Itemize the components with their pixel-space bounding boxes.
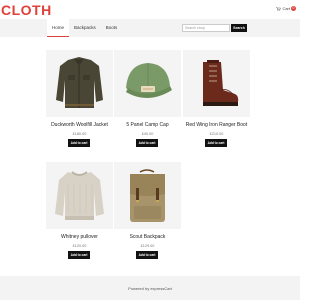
add-to-cart-button[interactable]: Add to cart [136,139,158,147]
footer: Powered by expressCart [0,276,300,300]
product-name[interactable]: 5 Panel Camp Cap [109,122,186,128]
tab-backpacks[interactable]: Backpacks [69,19,101,37]
product-card: Scout Backpack £129.00 Add to cart [114,162,181,259]
backpack-image[interactable] [114,162,181,229]
product-card: 5 Panel Camp Cap £40.00 Add to cart [114,50,181,147]
product-price: £120.00 [72,244,87,248]
footer-credit: Powered by expressCart [128,286,172,291]
tab-home[interactable]: Home [47,19,70,37]
product-name[interactable]: Red Wing Iron Ranger Boot [178,122,255,128]
cart-count-badge: 0 [291,6,296,11]
add-to-cart-button[interactable]: Add to cart [136,251,158,259]
header: CLOTH Cart 0 [0,0,300,18]
product-card: Whitney pullover £120.00 Add to cart [46,162,113,259]
product-name[interactable]: Scout Backpack [109,234,186,240]
nav-tabs: Home Backpacks Boots [47,19,122,37]
navbar: Home Backpacks Boots Search [0,19,300,37]
cart-label: Cart [282,6,290,11]
product-price: £210.00 [209,132,224,136]
product-price: £129.00 [140,244,155,248]
cap-image[interactable] [114,50,181,117]
product-price: £180.00 [72,132,87,136]
product-card: Duckworth Woolfill Jacket £180.00 Add to… [46,50,113,147]
add-to-cart-button[interactable]: Add to cart [68,251,90,259]
search-input[interactable] [182,24,230,32]
pullover-image[interactable] [46,162,113,229]
tab-boots[interactable]: Boots [101,19,123,37]
product-price: £40.00 [141,132,154,136]
product-card: Red Wing Iron Ranger Boot £210.00 Add to… [183,50,250,147]
add-to-cart-button[interactable]: Add to cart [68,139,90,147]
boot-image[interactable] [183,50,250,117]
cart-link[interactable]: Cart 0 [276,6,296,11]
search-button[interactable]: Search [231,24,247,32]
cart-icon [276,6,282,11]
site-logo[interactable]: CLOTH [1,3,52,17]
product-name[interactable]: Whitney pullover [41,234,118,240]
jacket-image[interactable] [46,50,113,117]
add-to-cart-button[interactable]: Add to cart [205,139,227,147]
product-name[interactable]: Duckworth Woolfill Jacket [41,122,118,128]
